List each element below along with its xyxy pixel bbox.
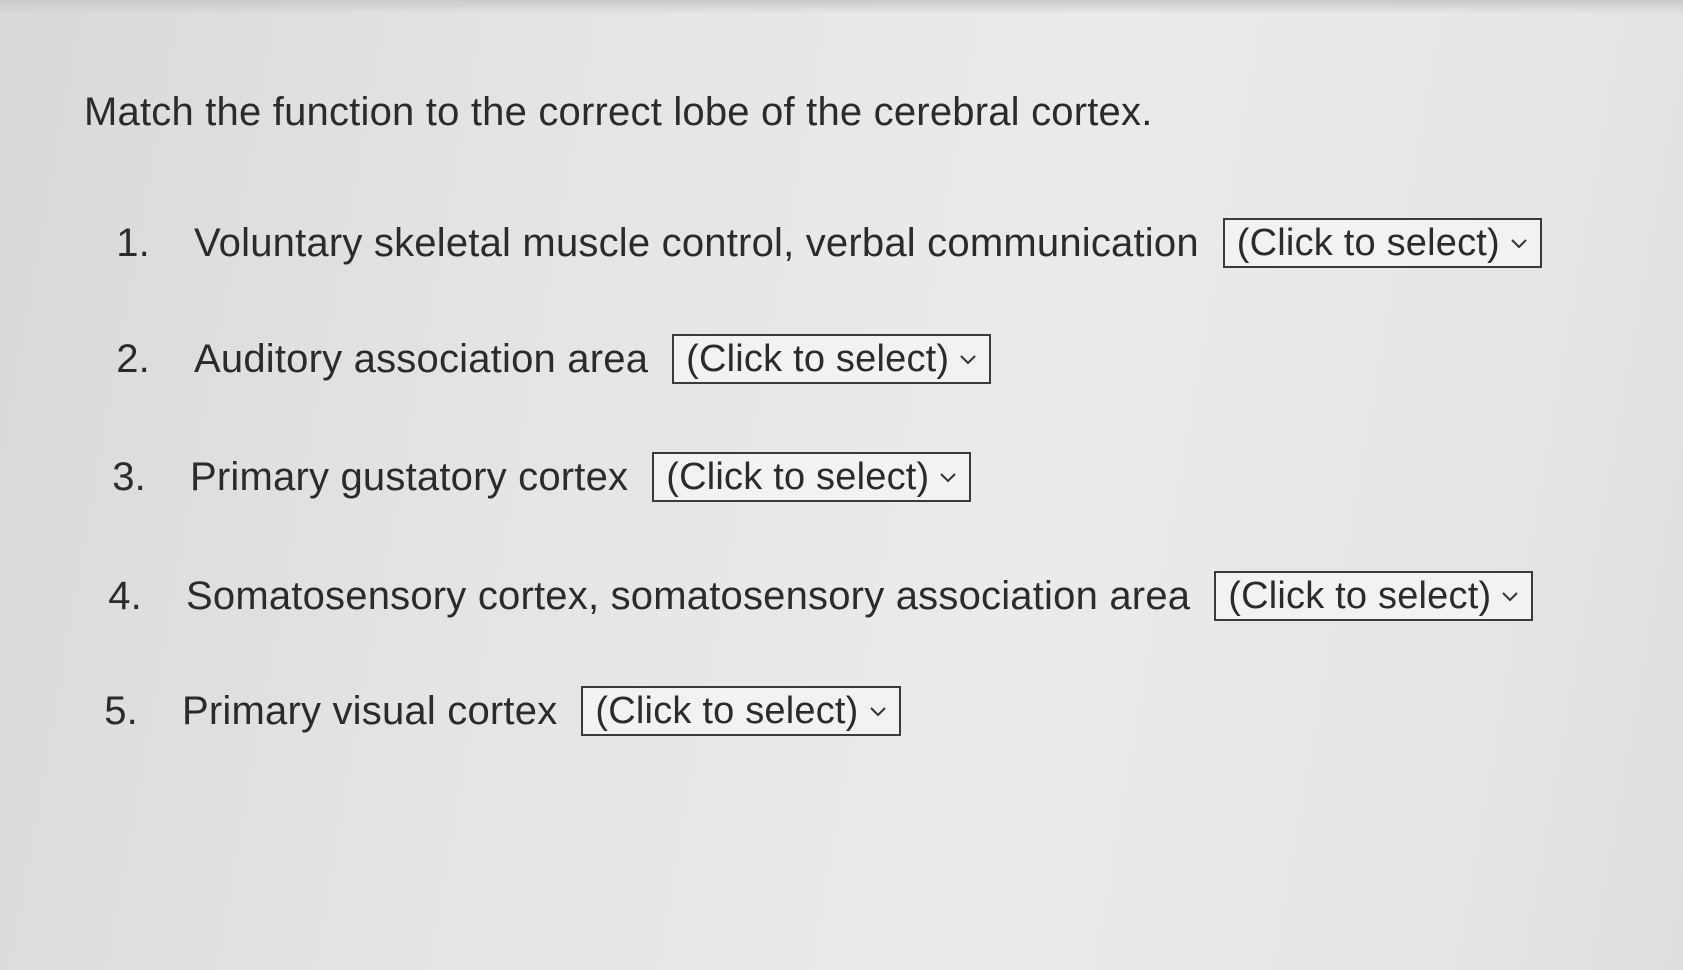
- answer-select-4[interactable]: (Click to select): [1214, 571, 1534, 621]
- list-item: 2. Auditory association area (Click to s…: [78, 334, 992, 384]
- item-number: 3.: [112, 454, 146, 499]
- item-number: 1.: [116, 220, 150, 265]
- list-item: 3. Primary gustatory cortex (Click to se…: [74, 452, 972, 502]
- list-item: 4. Somatosensory cortex, somatosensory a…: [70, 571, 1534, 621]
- item-number: 4.: [108, 573, 142, 618]
- matching-list: 1. Voluntary skeletal muscle control, ve…: [0, 0, 1683, 970]
- answer-select-2[interactable]: (Click to select): [672, 334, 992, 384]
- select-value: (Click to select): [686, 337, 950, 380]
- item-label: Primary visual cortex: [182, 688, 558, 733]
- answer-select-5[interactable]: (Click to select): [581, 686, 901, 736]
- answer-select-1[interactable]: (Click to select): [1222, 218, 1542, 268]
- quiz-page: Match the function to the correct lobe o…: [0, 0, 1683, 970]
- item-label: Auditory association area: [194, 336, 649, 381]
- chevron-down-icon: [957, 348, 979, 370]
- select-value: (Click to select): [666, 455, 930, 498]
- chevron-down-icon: [1499, 585, 1521, 607]
- list-item: 1. Voluntary skeletal muscle control, ve…: [78, 218, 1542, 268]
- answer-select-3[interactable]: (Click to select): [652, 452, 972, 502]
- select-value: (Click to select): [1236, 221, 1500, 264]
- chevron-down-icon: [1508, 232, 1530, 254]
- chevron-down-icon: [937, 466, 959, 488]
- item-label: Primary gustatory cortex: [190, 454, 629, 499]
- item-label: Somatosensory cortex, somatosensory asso…: [186, 573, 1191, 618]
- item-number: 5.: [104, 688, 138, 733]
- item-number: 2.: [116, 336, 150, 381]
- select-value: (Click to select): [1228, 574, 1492, 617]
- select-value: (Click to select): [595, 689, 859, 732]
- chevron-down-icon: [867, 700, 889, 722]
- list-item: 5. Primary visual cortex (Click to selec…: [66, 686, 901, 736]
- item-label: Voluntary skeletal muscle control, verba…: [194, 220, 1199, 265]
